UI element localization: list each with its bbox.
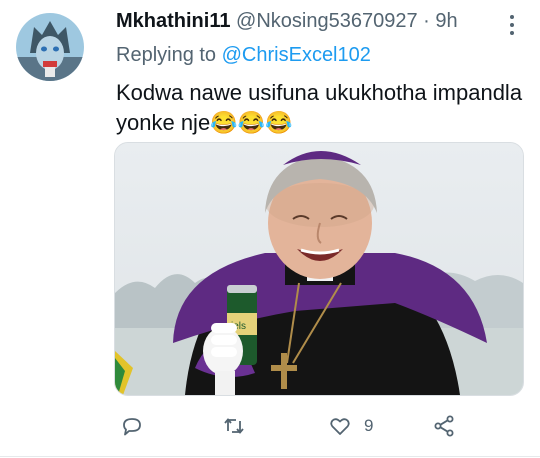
like-count: 9 <box>364 416 374 435</box>
avatar-image <box>16 13 84 81</box>
tweet-media-image[interactable]: iels <box>114 142 524 396</box>
display-name[interactable]: Mkhathini11 <box>116 10 230 32</box>
replying-to: Replying to @ChrisExcel102 <box>116 44 371 67</box>
tweet-header: Mkhathini11 @Nkosing53670927 · 9h <box>116 10 458 33</box>
heart-icon <box>330 418 350 435</box>
bishop-photo: iels <box>115 143 523 395</box>
divider <box>0 456 540 457</box>
reply-button[interactable] <box>120 408 144 444</box>
like-button[interactable]: 9 <box>328 408 373 444</box>
header-separator: · <box>423 10 430 32</box>
replying-to-mention[interactable]: @ChrisExcel102 <box>222 44 371 66</box>
more-vertical-icon <box>510 15 514 35</box>
reply-icon <box>123 418 141 436</box>
retweet-icon <box>224 418 244 434</box>
tweet-actions: 9 <box>114 408 522 444</box>
share-button[interactable] <box>432 408 456 444</box>
retweet-button[interactable] <box>222 408 246 444</box>
tweet-timestamp[interactable]: 9h <box>435 10 457 32</box>
avatar[interactable] <box>16 13 84 81</box>
user-handle[interactable]: @Nkosing53670927 <box>236 10 418 32</box>
tweet-text: Kodwa nawe usifuna ukukhotha impandla yo… <box>116 80 523 135</box>
replying-prefix: Replying to <box>116 44 217 66</box>
share-icon <box>434 415 454 437</box>
more-options-button[interactable] <box>500 12 524 38</box>
